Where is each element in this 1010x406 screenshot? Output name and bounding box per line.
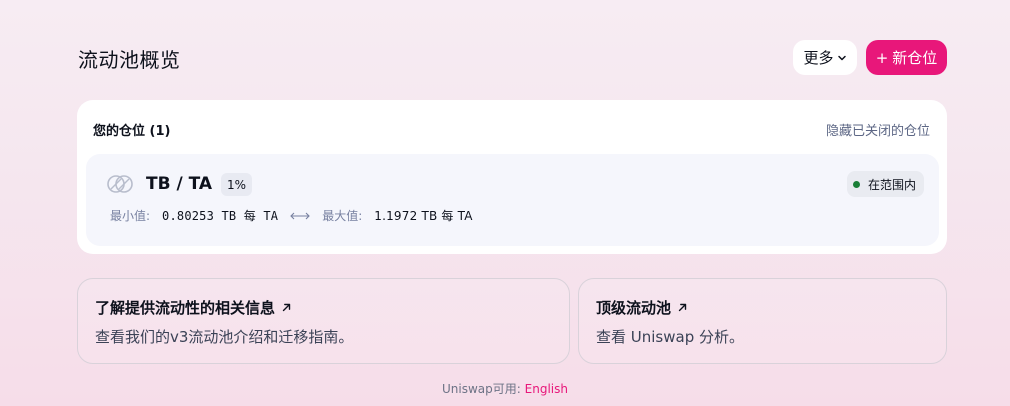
chevron-down-icon	[837, 53, 847, 63]
more-button-label: 更多	[803, 49, 834, 67]
footer: Uniswap可用: English	[0, 380, 1010, 397]
learn-liquidity-title: 了解提供流动性的相关信息	[95, 297, 292, 318]
max-price-value: 1.1972 TB 每 TA	[374, 209, 473, 223]
position-row[interactable]: TB / TA 1% 在范围内 最小值: 0.80253 TB 每 TA 最大值…	[86, 154, 939, 246]
external-link-icon	[281, 302, 292, 313]
new-position-label: 新仓位	[892, 49, 938, 67]
top-pools-description: 查看 Uniswap 分析。	[596, 328, 744, 346]
status-label: 在范围内	[867, 177, 916, 192]
pair-name: TB / TA	[146, 174, 213, 194]
more-button[interactable]: 更多	[793, 40, 857, 75]
new-position-button[interactable]: + 新仓位	[866, 40, 947, 75]
hide-closed-positions-button[interactable]: 隐藏已关闭的仓位	[826, 120, 930, 139]
min-price-value: 0.80253 TB 每 TA	[162, 209, 279, 223]
max-price-label: 最大值:	[322, 209, 363, 223]
top-pools-title-text: 顶级流动池	[596, 299, 672, 317]
in-range-dot-icon	[852, 180, 860, 188]
learn-liquidity-description: 查看我们的v3流动池介绍和迁移指南。	[95, 328, 354, 346]
pair-token-icon	[106, 174, 134, 194]
plus-icon: +	[875, 48, 889, 67]
top-pools-title: 顶级流动池	[596, 297, 688, 318]
page-title: 流动池概览	[78, 48, 181, 72]
learn-liquidity-title-text: 了解提供流动性的相关信息	[95, 299, 276, 317]
positions-header: 您的仓位 (1)	[93, 124, 171, 139]
positions-card: 您的仓位 (1) 隐藏已关闭的仓位 TB / TA 1% 在范围内 最小值: 0…	[77, 100, 947, 254]
status-badge: 在范围内	[846, 171, 924, 197]
top-pools-card[interactable]: 顶级流动池 查看 Uniswap 分析。	[578, 278, 947, 364]
min-price-label: 最小值:	[110, 209, 151, 223]
price-range: 最小值: 0.80253 TB 每 TA 最大值: 1.1972 TB 每 TA	[110, 207, 473, 224]
language-link[interactable]: English	[525, 382, 568, 396]
fee-tier-badge: 1%	[221, 173, 253, 196]
double-arrow-icon	[289, 211, 311, 221]
learn-liquidity-card[interactable]: 了解提供流动性的相关信息 查看我们的v3流动池介绍和迁移指南。	[77, 278, 570, 364]
footer-available-text: Uniswap可用:	[442, 382, 521, 396]
external-link-icon	[677, 302, 688, 313]
